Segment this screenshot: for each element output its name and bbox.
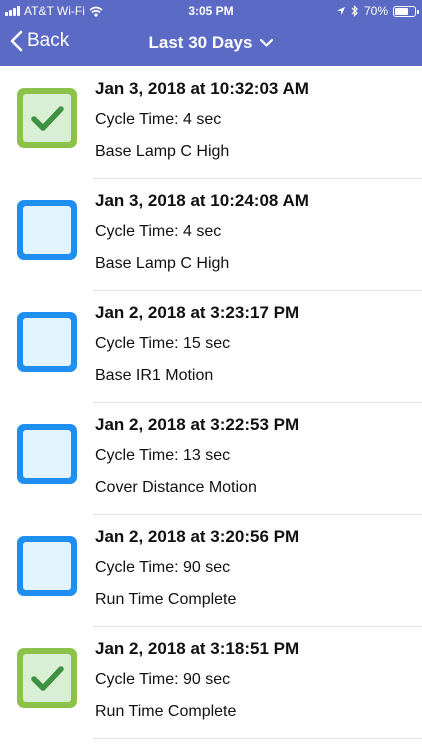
- checkmark-icon: [31, 106, 64, 131]
- event-source: Run Time Complete: [95, 703, 237, 720]
- status-checkbox[interactable]: [17, 88, 77, 148]
- event-cycle-time: Cycle Time: 13 sec: [95, 447, 231, 464]
- status-right: 70%: [336, 4, 419, 18]
- event-source: Base IR1 Motion: [95, 367, 214, 384]
- status-checkbox[interactable]: [17, 200, 77, 260]
- page-title: Last 30 Days: [148, 33, 253, 52]
- status-checkbox[interactable]: [17, 648, 77, 708]
- event-cycle-time: Cycle Time: 90 sec: [95, 559, 231, 576]
- header: AT&T Wi-Fi 3:05 PM 70% Back Last 30 Days: [0, 0, 422, 66]
- event-cycle-time: Cycle Time: 4 sec: [95, 223, 222, 240]
- list-item[interactable]: Jan 3, 2018 at 10:24:08 AM Cycle Time: 4…: [0, 178, 422, 291]
- date-range-selector[interactable]: Last 30 Days: [149, 33, 274, 53]
- event-cycle-time: Cycle Time: 4 sec: [95, 111, 222, 128]
- event-timestamp: Jan 2, 2018 at 3:23:17 PM: [95, 303, 300, 322]
- list-item[interactable]: Jan 2, 2018 at 3:20:56 PM Cycle Time: 90…: [0, 514, 422, 627]
- chevron-down-icon: [260, 39, 274, 47]
- status-checkbox[interactable]: [17, 536, 77, 596]
- location-arrow-icon: [336, 7, 345, 15]
- checkmark-icon: [31, 666, 64, 691]
- status-checkbox[interactable]: [17, 312, 77, 372]
- list-item[interactable]: Jan 2, 2018 at 3:18:51 PM Cycle Time: 90…: [0, 626, 422, 739]
- nav-bar: Back Last 30 Days: [0, 22, 422, 66]
- event-timestamp: Jan 3, 2018 at 10:32:03 AM: [95, 79, 309, 98]
- event-cycle-time: Cycle Time: 15 sec: [95, 335, 231, 352]
- battery-percent: 70%: [363, 4, 388, 18]
- list-item[interactable]: Jan 2, 2018 at 3:23:17 PM Cycle Time: 15…: [0, 290, 422, 403]
- event-cycle-time: Cycle Time: 90 sec: [95, 671, 231, 688]
- event-source: Cover Distance Motion: [95, 479, 257, 496]
- bluetooth-icon: [351, 5, 358, 17]
- status-checkbox[interactable]: [17, 424, 77, 484]
- status-bar: AT&T Wi-Fi 3:05 PM 70%: [0, 0, 422, 22]
- battery-icon: [393, 5, 419, 17]
- event-timestamp: Jan 2, 2018 at 3:20:56 PM: [95, 527, 300, 546]
- event-source: Base Lamp C High: [95, 143, 230, 160]
- battery-fill: [395, 7, 409, 15]
- event-timestamp: Jan 2, 2018 at 3:18:51 PM: [95, 639, 300, 658]
- event-list: Jan 3, 2018 at 10:32:03 AM Cycle Time: 4…: [0, 66, 422, 739]
- event-source: Run Time Complete: [95, 591, 237, 608]
- event-source: Base Lamp C High: [95, 255, 230, 272]
- list-item[interactable]: Jan 2, 2018 at 3:22:53 PM Cycle Time: 13…: [0, 402, 422, 515]
- event-timestamp: Jan 3, 2018 at 10:24:08 AM: [95, 191, 309, 210]
- event-timestamp: Jan 2, 2018 at 3:22:53 PM: [95, 415, 300, 434]
- list-item[interactable]: Jan 3, 2018 at 10:32:03 AM Cycle Time: 4…: [0, 66, 422, 179]
